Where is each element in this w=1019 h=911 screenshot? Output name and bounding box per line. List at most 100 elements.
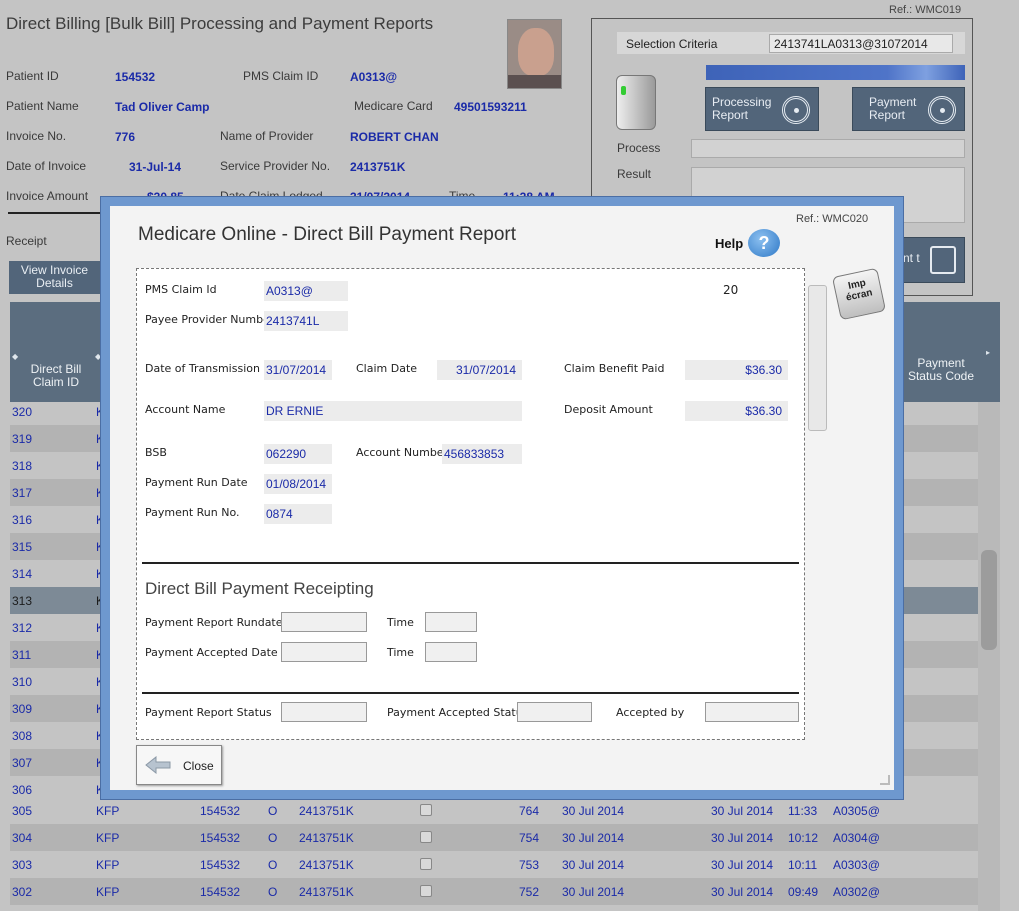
processing-report-label: Processing Report bbox=[712, 95, 772, 122]
wireless-icon bbox=[928, 96, 956, 124]
dialog-ref: Ref.: WMC020 bbox=[796, 213, 869, 225]
payment-run-date-field: 01/08/2014 bbox=[264, 474, 332, 494]
service-provider-value: 2413751K bbox=[350, 160, 406, 174]
type-cell: KFP bbox=[96, 885, 120, 899]
row-checkbox[interactable] bbox=[420, 804, 432, 816]
date2-cell: 30 Jul 2014 bbox=[711, 831, 774, 845]
accepted-date-input[interactable] bbox=[281, 642, 367, 662]
o-cell: O bbox=[268, 804, 278, 818]
medicare-card-value: 49501593211 bbox=[454, 100, 527, 114]
inv-cell: 752 bbox=[519, 885, 540, 899]
claim-id-cell: 310 bbox=[12, 675, 33, 689]
service-provider-label: Service Provider No. bbox=[220, 159, 331, 173]
table-row[interactable]: 304 KFP 154532 O 2413751K 754 30 Jul 2014 30 Ju… bbox=[10, 824, 978, 851]
payee-provider-field: 2413741L bbox=[264, 311, 348, 331]
row-checkbox[interactable] bbox=[420, 858, 432, 870]
header-divider bbox=[8, 212, 102, 214]
selection-criteria-label: Selection Criteria bbox=[626, 37, 718, 51]
app-title: Direct Billing [Bulk Bill] Processing an… bbox=[6, 14, 434, 33]
claim-id-cell: 318 bbox=[12, 459, 33, 473]
table-row[interactable]: 305 KFP 154532 O 2413751K 764 30 Jul 2014 30 Ju… bbox=[10, 797, 978, 824]
partial-button-label: nt t bbox=[903, 251, 920, 265]
claim-date-label: Claim Date bbox=[356, 362, 418, 375]
patient-photo bbox=[507, 19, 562, 89]
patient-cell: 154532 bbox=[200, 858, 241, 872]
wireless-icon bbox=[782, 96, 810, 124]
pms-claim-id-label: PMS Claim Id bbox=[145, 283, 217, 296]
time-cell: 10:11 bbox=[788, 858, 818, 872]
grid-scrollbar[interactable] bbox=[978, 402, 1000, 911]
o-cell: O bbox=[268, 885, 278, 899]
selection-criteria-input[interactable]: 2413741LA0313@31072014 bbox=[769, 34, 953, 53]
invoice-no-label: Invoice No. bbox=[6, 129, 67, 143]
report-rundate-label: Payment Report Rundate bbox=[145, 616, 283, 629]
close-button[interactable]: Close bbox=[136, 745, 222, 785]
accepted-by-input[interactable] bbox=[705, 702, 799, 722]
progress-bar bbox=[706, 65, 965, 80]
accepted-status-label: Payment Accepted Status bbox=[387, 706, 529, 719]
table-row[interactable]: 303 KFP 154532 O 2413751K 753 30 Jul 2014 30 Ju… bbox=[10, 851, 978, 878]
view-invoice-details-button[interactable]: View Invoice Details bbox=[9, 261, 100, 294]
payee-provider-label: Payee Provider Number bbox=[145, 313, 275, 326]
account-number-field: 456833853 bbox=[442, 444, 522, 464]
id-cell: 302 bbox=[12, 885, 33, 899]
invoice-no-value: 776 bbox=[115, 130, 136, 144]
row-checkbox[interactable] bbox=[420, 831, 432, 843]
account-name-label: Account Name bbox=[145, 403, 226, 416]
card-reader-icon bbox=[616, 75, 656, 130]
process-field bbox=[691, 139, 965, 158]
claim-cell: A0305@ bbox=[833, 804, 880, 818]
accepted-status-input[interactable] bbox=[517, 702, 592, 722]
sort-icon[interactable]: ◆ bbox=[12, 352, 18, 361]
inv-cell: 753 bbox=[519, 858, 540, 872]
help-icon[interactable]: ? bbox=[748, 229, 780, 257]
time-cell: 11:33 bbox=[788, 804, 818, 818]
time-cell: 10:12 bbox=[788, 831, 819, 845]
provider-name-value: ROBERT CHAN bbox=[350, 130, 439, 144]
claim-cell: A0302@ bbox=[833, 885, 880, 899]
patient-cell: 154532 bbox=[200, 804, 241, 818]
table-row[interactable]: 302 KFP 154532 O 2413751K 752 30 Jul 2014 30 Ju… bbox=[10, 878, 978, 905]
patient-id-value: 154532 bbox=[115, 70, 156, 84]
date2-cell: 30 Jul 2014 bbox=[711, 858, 774, 872]
claim-id-cell: 317 bbox=[12, 486, 33, 500]
provider-cell: 2413751K bbox=[299, 885, 354, 899]
patient-cell: 154532 bbox=[200, 885, 241, 899]
claim-id-cell: 315 bbox=[12, 540, 33, 554]
report-rundate-input[interactable] bbox=[281, 612, 367, 632]
row-checkbox[interactable] bbox=[420, 885, 432, 897]
processing-report-button[interactable]: Processing Report bbox=[705, 87, 819, 131]
payment-report-button[interactable]: Payment Report bbox=[852, 87, 965, 131]
report-status-input[interactable] bbox=[281, 702, 367, 722]
column-header-payment-status[interactable]: Payment Status Code bbox=[905, 357, 977, 383]
rundate-time-input[interactable] bbox=[425, 612, 477, 632]
inv-cell: 764 bbox=[519, 804, 540, 818]
claim-cell: A0303@ bbox=[833, 858, 880, 872]
scroll-right-icon[interactable]: ▸ bbox=[986, 348, 990, 357]
dialog-title: Medicare Online - Direct Bill Payment Re… bbox=[138, 224, 517, 245]
medicare-card-label: Medicare Card bbox=[354, 99, 433, 113]
section-divider bbox=[142, 562, 799, 564]
receipting-section-title: Direct Bill Payment Receipting bbox=[145, 579, 374, 598]
claim-id-cell: 312 bbox=[12, 621, 33, 635]
resize-grip-icon[interactable] bbox=[880, 775, 890, 785]
help-label[interactable]: Help bbox=[715, 236, 743, 251]
pms-claim-id-value: A0313@ bbox=[350, 70, 398, 84]
date-cell: 30 Jul 2014 bbox=[562, 804, 625, 818]
invoice-date-value: 31-Jul-14 bbox=[129, 160, 182, 174]
column-header-claim-id[interactable]: Direct Bill Claim ID bbox=[18, 363, 94, 389]
document-icon bbox=[930, 246, 956, 274]
print-screen-button[interactable]: Imp écran bbox=[831, 267, 887, 321]
pms-claim-id-field: A0313@ bbox=[264, 281, 348, 301]
payment-run-date-label: Payment Run Date bbox=[145, 476, 248, 489]
claim-id-cell: 313 bbox=[12, 594, 33, 608]
grid-scroll-thumb[interactable] bbox=[981, 550, 997, 650]
provider-name-label: Name of Provider bbox=[220, 129, 314, 143]
provider-cell: 2413751K bbox=[299, 804, 354, 818]
rundate-time-label: Time bbox=[387, 616, 414, 629]
accepted-time-input[interactable] bbox=[425, 642, 477, 662]
process-label: Process bbox=[617, 141, 661, 155]
report-content: PMS Claim Id A0313@ 20 Payee Provider Nu… bbox=[136, 268, 805, 740]
dialog-scrollbar[interactable] bbox=[808, 285, 827, 431]
claim-benefit-label: Claim Benefit Paid bbox=[564, 362, 665, 375]
